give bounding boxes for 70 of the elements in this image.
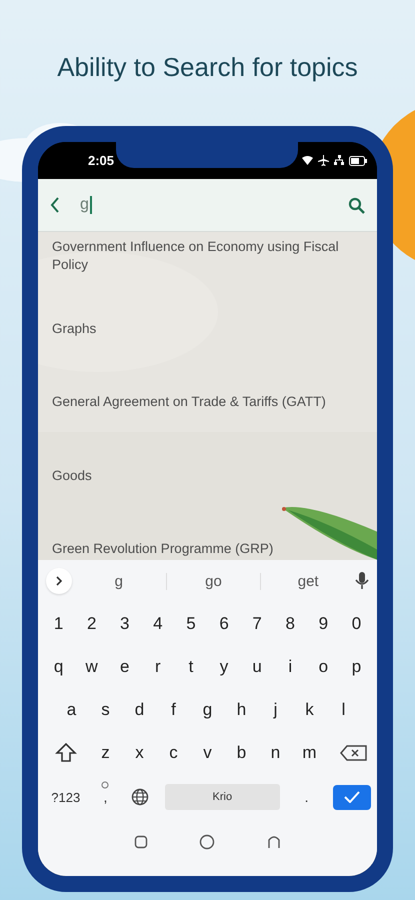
space-key[interactable]: Krio [164, 784, 280, 810]
network-icon [334, 155, 344, 166]
check-icon [344, 791, 360, 803]
keyboard-key[interactable]: h [224, 690, 258, 728]
keyboard-key[interactable]: k [292, 690, 326, 728]
result-item[interactable]: Goods [52, 466, 92, 484]
result-item[interactable]: General Agreement on Trade & Tariffs (GATT) [52, 393, 326, 411]
keyboard-key[interactable]: t [174, 648, 208, 686]
result-item[interactable]: Government Influence on Economy using Fiscal Policy [52, 238, 365, 274]
back-button[interactable] [267, 835, 282, 849]
suggestion[interactable]: go [205, 572, 222, 590]
keyboard-key[interactable]: j [258, 690, 292, 728]
home-icon [199, 834, 216, 850]
keyboard-key[interactable]: 5 [174, 604, 208, 642]
keyboard-key[interactable]: 6 [208, 604, 241, 642]
keyboard-key[interactable]: w [75, 648, 108, 686]
keyboard-key[interactable]: e [108, 648, 142, 686]
symbols-key[interactable]: ?123 [44, 781, 88, 813]
keyboard-key[interactable]: c [156, 734, 190, 772]
keyboard-key[interactable]: g [190, 690, 224, 728]
search-field[interactable]: g [80, 196, 89, 214]
keyboard-key[interactable]: 2 [75, 604, 108, 642]
keyboard-key[interactable]: n [258, 734, 292, 772]
keyboard-key[interactable]: f [156, 690, 190, 728]
keyboard-key[interactable]: 1 [42, 604, 76, 642]
home-button[interactable] [199, 834, 216, 850]
keyboard-key[interactable]: i [274, 648, 307, 686]
keyboard-key[interactable]: q [42, 648, 76, 686]
headline: Ability to Search for topics [57, 52, 358, 84]
search-icon[interactable] [348, 196, 365, 214]
keyboard-key[interactable]: b [224, 734, 258, 772]
keyboard-key[interactable]: r [141, 648, 174, 686]
arch-icon [267, 835, 282, 849]
period-key[interactable]: . [284, 781, 330, 813]
recents-button[interactable] [134, 835, 148, 849]
keyboard-key[interactable]: 4 [141, 604, 174, 642]
keyboard-key[interactable]: p [340, 648, 373, 686]
expand-button[interactable] [46, 568, 72, 594]
wifi-icon [302, 156, 313, 165]
emoji-icon [101, 781, 110, 789]
recents-icon [134, 835, 148, 849]
result-item[interactable]: Green Revolution Programme (GRP) [52, 540, 274, 558]
keyboard-key[interactable]: 9 [306, 604, 340, 642]
enter-key[interactable] [333, 784, 371, 810]
back-icon[interactable] [50, 197, 60, 213]
keyboard-key[interactable]: d [122, 690, 156, 728]
status-time: 2:05 [88, 153, 114, 168]
keyboard-key[interactable]: 3 [108, 604, 142, 642]
airplane-icon [318, 155, 329, 166]
keyboard-key[interactable]: 7 [240, 604, 274, 642]
keyboard-key[interactable]: 8 [274, 604, 307, 642]
keyboard-key[interactable]: m [292, 734, 326, 772]
keyboard-key[interactable]: x [122, 734, 156, 772]
keyboard-key[interactable]: 0 [340, 604, 373, 642]
keyboard-key[interactable]: l [326, 690, 360, 728]
chevron-icon [55, 576, 63, 586]
globe-icon [131, 788, 150, 806]
keyboard-key[interactable]: y [208, 648, 241, 686]
keyboard-key[interactable]: u [240, 648, 274, 686]
keyboard-key[interactable]: z [88, 734, 122, 772]
keyboard-key[interactable]: s [88, 690, 122, 728]
result-item[interactable]: Graphs [52, 320, 96, 338]
suggestion[interactable]: get [298, 572, 319, 590]
battery-icon [349, 156, 367, 166]
suggestion[interactable]: g [114, 572, 123, 590]
keyboard-key[interactable]: v [190, 734, 224, 772]
comma-key[interactable]: , [92, 781, 120, 813]
keyboard-key[interactable]: a [54, 690, 88, 728]
microphone-icon[interactable] [355, 572, 370, 590]
keyboard-key[interactable]: o [306, 648, 340, 686]
